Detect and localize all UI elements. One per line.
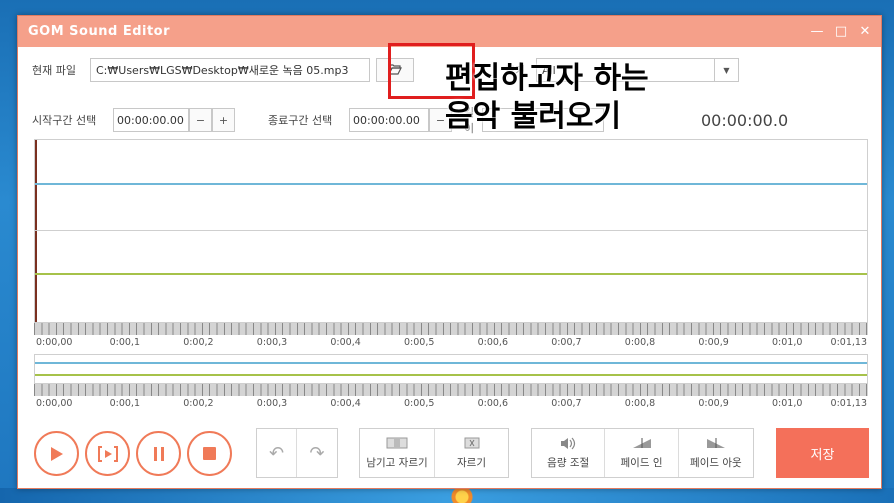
cut-group: 남기고 자르기 자르기 xyxy=(359,428,509,478)
play-button[interactable] xyxy=(34,431,79,476)
time-ruler-overview: 0:00,00 0:00,1 0:00,2 0:00,3 0:00,4 0:00,5 0:0… xyxy=(34,384,868,412)
playhead-marker xyxy=(35,140,37,322)
ruler-label: 0:00,5 xyxy=(404,337,435,348)
waveform-channel-right xyxy=(35,273,867,275)
ruler-label: 0:00,3 xyxy=(256,337,288,348)
save-button[interactable]: 저장 xyxy=(776,428,869,478)
ruler-label: 0:01,13 xyxy=(830,398,867,409)
channel-divider xyxy=(35,230,867,231)
desktop-decoration xyxy=(430,488,510,503)
undo-button[interactable]: ↶ xyxy=(257,429,298,477)
start-label: 시작구간 선택 xyxy=(32,114,97,127)
fade-in-label: 페이드 인 xyxy=(620,456,663,469)
chevron-down-icon: ▼ xyxy=(714,59,738,81)
play-selection-button[interactable] xyxy=(85,431,130,476)
start-minus-button[interactable]: − xyxy=(189,108,212,132)
keep-cut-button[interactable]: 남기고 자르기 xyxy=(360,429,435,477)
ruler-label: 0:00,1 xyxy=(109,398,140,409)
cut-button[interactable]: 자르기 xyxy=(435,429,508,477)
annotation-text: 편집하고자 하는 음악 불러오기 xyxy=(445,60,649,135)
ruler-label: 0:00,2 xyxy=(183,398,214,409)
ruler-label: 0:00,8 xyxy=(624,398,656,409)
fade-in-button[interactable]: 페이드 인 xyxy=(605,429,679,477)
app-title: GOM Sound Editor xyxy=(28,24,171,39)
close-icon[interactable]: ✕ xyxy=(855,22,875,42)
time-ruler-main: 0:00,00 0:00,1 0:00,2 0:00,3 0:00,4 0:00,5 0:0… xyxy=(34,323,868,351)
end-label: 종료구간 선택 xyxy=(268,114,333,127)
overview-channel-left xyxy=(35,362,867,364)
ruler-label: 0:01,13 xyxy=(830,337,867,348)
redo-icon: ↷ xyxy=(309,442,325,464)
play-selection-icon xyxy=(97,445,118,462)
ruler-label: 0:00,6 xyxy=(477,337,508,348)
elapsed-timer: 00:00:00.0 xyxy=(701,110,789,130)
annotation-line-2: 음악 불러오기 xyxy=(445,98,622,134)
file-path-field[interactable]: C:₩Users₩LGS₩Desktop₩새로운 녹음 05.mp3 xyxy=(90,58,370,82)
play-icon xyxy=(50,446,63,461)
ruler-label: 0:00,4 xyxy=(330,398,361,409)
ruler-label: 0:00,8 xyxy=(624,337,656,348)
volume-button[interactable]: 음량 조절 xyxy=(532,429,606,477)
stop-icon xyxy=(203,447,216,460)
redo-button[interactable]: ↷ xyxy=(297,429,337,477)
volume-icon xyxy=(560,437,576,451)
ruler-label: 0:00,7 xyxy=(551,398,582,409)
minimize-icon[interactable]: — xyxy=(807,22,827,42)
keep-cut-icon xyxy=(386,437,408,451)
end-time-field[interactable]: 00:00:00.00 xyxy=(349,108,429,132)
fade-out-button[interactable]: 페이드 아웃 xyxy=(679,429,753,477)
waveform-view[interactable] xyxy=(34,139,868,323)
annotation-line-1: 편집하고자 하는 xyxy=(445,61,649,96)
fade-out-label: 페이드 아웃 xyxy=(690,456,742,469)
ruler-label: 0:00,4 xyxy=(330,337,361,348)
waveform-channel-left xyxy=(35,183,867,185)
volume-label: 음량 조절 xyxy=(547,456,590,469)
ruler-label: 0:00,1 xyxy=(109,337,140,348)
end-time-value: 00:00:00.00 xyxy=(353,113,420,127)
current-file-label: 현재 파일 xyxy=(32,64,76,77)
cut-label: 자르기 xyxy=(457,456,486,469)
stop-button[interactable] xyxy=(187,431,232,476)
ruler-label: 0:00,00 xyxy=(36,398,73,409)
fade-out-icon xyxy=(706,437,726,451)
start-plus-button[interactable]: + xyxy=(212,108,235,132)
undo-icon: ↶ xyxy=(268,442,285,464)
ruler-label: 0:00,00 xyxy=(36,337,73,348)
ruler-label: 0:00,7 xyxy=(551,337,582,348)
overview-waveform[interactable] xyxy=(34,354,868,384)
ruler-label: 0:00,3 xyxy=(256,398,288,409)
pause-button[interactable] xyxy=(136,431,181,476)
ruler-label: 0:00,9 xyxy=(698,337,729,348)
history-group: ↶ ↷ xyxy=(256,428,338,478)
overview-channel-right xyxy=(35,374,867,376)
effects-group: 음량 조절 페이드 인 페이드 아웃 xyxy=(531,428,754,478)
pause-icon xyxy=(153,446,164,461)
ruler-label: 0:01,0 xyxy=(772,337,803,348)
ruler-label: 0:00,9 xyxy=(698,398,729,409)
ruler-label: 0:00,6 xyxy=(477,398,508,409)
ruler-label: 0:01,0 xyxy=(772,398,803,409)
keep-cut-label: 남기고 자르기 xyxy=(366,456,428,469)
start-time-field[interactable]: 00:00:00.00 xyxy=(113,108,189,132)
ruler-label: 0:00,2 xyxy=(183,337,214,348)
file-path-text: C:₩Users₩LGS₩Desktop₩새로운 녹음 05.mp3 xyxy=(96,64,349,77)
maximize-icon[interactable]: □ xyxy=(831,22,851,42)
start-time-value: 00:00:00.00 xyxy=(117,113,184,127)
cut-icon xyxy=(464,437,480,451)
fade-in-icon xyxy=(632,437,652,451)
ruler-label: 0:00,5 xyxy=(404,398,435,409)
